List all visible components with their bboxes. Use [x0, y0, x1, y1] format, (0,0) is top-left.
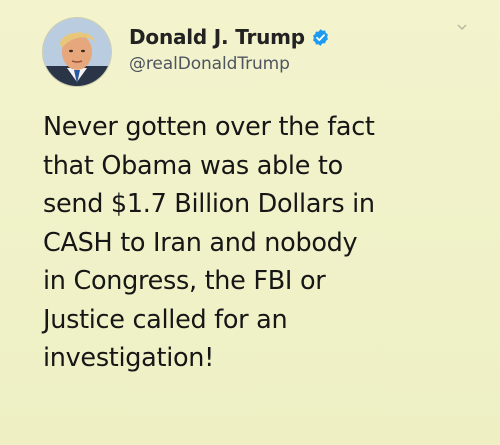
- avatar-image: [43, 18, 111, 86]
- avatar[interactable]: [43, 18, 111, 86]
- chevron-down-icon[interactable]: [456, 18, 468, 31]
- tweet-text-line: that Obama was able to: [43, 150, 343, 181]
- tweet-text-line: CASH to Iran and nobody: [43, 227, 358, 258]
- tweet-text-line: Never gotten over the fact: [43, 112, 375, 142]
- tweet-text-line: in Congress, the FBI or: [43, 266, 326, 296]
- verified-badge-icon: [311, 28, 330, 47]
- author-handle[interactable]: @realDonaldTrump: [129, 54, 330, 74]
- tweet-text-line: Justice called for an: [43, 304, 288, 335]
- tweet-header: Donald J. Trump @realDonaldTrump: [38, 10, 468, 90]
- author-block: Donald J. Trump @realDonaldTrump: [129, 24, 330, 74]
- name-row: Donald J. Trump: [129, 24, 330, 50]
- tweet-text-line: investigation!: [43, 343, 215, 373]
- tweet-text-line: send $1.7 Billion Dollars in: [43, 189, 375, 219]
- tweet-text: Never gotten over the fact that Obama wa…: [43, 108, 473, 378]
- tweet-card: Donald J. Trump @realDonaldTrump Never g…: [0, 0, 500, 445]
- display-name[interactable]: Donald J. Trump: [129, 25, 305, 49]
